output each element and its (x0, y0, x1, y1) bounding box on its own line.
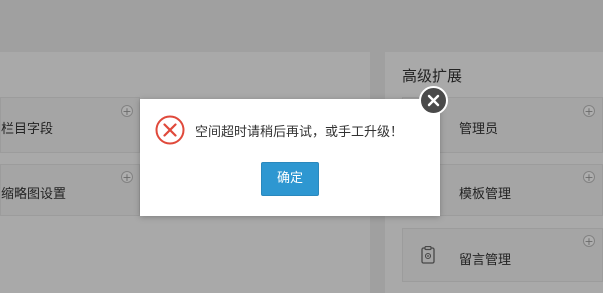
error-x-icon (155, 115, 185, 145)
ok-button[interactable]: 确定 (261, 162, 319, 196)
error-dialog: 空间超时请稍后再试，或手工升级！ 确定 (140, 86, 448, 216)
close-icon[interactable] (419, 86, 448, 115)
dialog-message: 空间超时请稍后再试，或手工升级！ (195, 125, 404, 140)
